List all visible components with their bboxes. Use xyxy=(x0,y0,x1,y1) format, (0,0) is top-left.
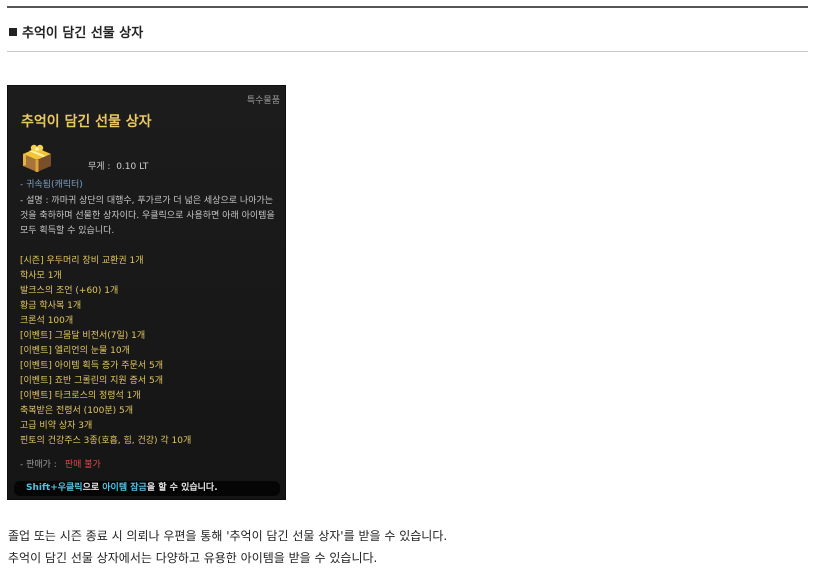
body-line-2: 추억이 담긴 선물 상자에서는 다양하고 유용한 아이템을 받을 수 있습니다. xyxy=(8,551,378,565)
item-weight: 무게 : 0.10 LT xyxy=(88,159,148,172)
list-item: 크론석 100개 xyxy=(20,316,74,326)
item-bound-status: - 귀속됨(캐릭터) xyxy=(20,180,83,190)
list-item: 황금 학사복 1개 xyxy=(20,301,82,311)
item-name: 추억이 담긴 선물 상자 xyxy=(21,114,152,130)
body-line-1: 졸업 또는 시즌 종료 시 의뢰나 우편을 통해 '추억이 담긴 선물 상자'를… xyxy=(8,529,448,543)
square-bullet-icon xyxy=(9,28,17,36)
list-item: [이벤트] 타크로스의 정령석 1개 xyxy=(20,391,141,401)
gift-box-icon xyxy=(23,144,51,172)
hint-action: 아이템 잠금 xyxy=(102,483,147,493)
list-item: 핀토의 건강주스 3종(호흡, 힘, 건강) 각 10개 xyxy=(20,436,192,446)
item-price: - 판매가 : 판매 불가 xyxy=(20,457,101,470)
description-text: 졸업 또는 시즌 종료 시 의뢰나 우편을 통해 '추억이 담긴 선물 상자'를… xyxy=(8,525,447,569)
list-item: [시즌] 우두머리 장비 교환권 1개 xyxy=(20,256,144,266)
list-item: [이벤트] 죠반 그롤린의 지원 증서 5개 xyxy=(20,376,163,386)
section-title-text: 추억이 담긴 선물 상자 xyxy=(22,26,144,41)
list-item: [이벤트] 그뭄달 비전서(7일) 1개 xyxy=(20,331,146,341)
price-value: 판매 불가 xyxy=(64,460,101,470)
item-contents-list: [시즌] 우두머리 장비 교환권 1개 학사모 1개 발크스의 조언 (+60)… xyxy=(20,254,282,449)
price-label: - 판매가 : xyxy=(20,460,57,470)
item-category: 특수물품 xyxy=(246,96,280,106)
weight-label: 무게 : xyxy=(88,162,111,172)
list-item: [이벤트] 아이템 획득 증가 주문서 5개 xyxy=(20,361,163,371)
hint-key: Shift+우클릭 xyxy=(26,483,83,493)
hint-mid: 으로 xyxy=(82,483,100,493)
list-item: 발크스의 조언 (+60) 1개 xyxy=(20,286,119,296)
item-tooltip: 특수물품 추억이 담긴 선물 상자 무게 : 0.10 LT - 귀속됨(캐릭터… xyxy=(7,85,286,500)
list-item: 축복받은 전령서 (100분) 5개 xyxy=(20,406,134,416)
lock-hint-bar: Shift+우클릭으로 아이템 잠금을 할 수 있습니다. xyxy=(14,481,280,496)
list-item: 학사모 1개 xyxy=(20,271,62,281)
top-divider xyxy=(7,6,808,8)
list-item: 고급 비약 상자 3개 xyxy=(20,421,93,431)
list-item: [이벤트] 엘리언의 눈물 10개 xyxy=(20,346,130,356)
weight-value: 0.10 LT xyxy=(116,162,149,172)
item-description: - 설명 : 까마귀 상단의 대행수, 푸가르가 더 넓은 세상으로 나아가는 … xyxy=(20,196,275,236)
section-heading: 추억이 담긴 선물 상자 xyxy=(9,22,143,41)
hint-tail: 을 할 수 있습니다. xyxy=(146,483,218,493)
section-divider xyxy=(7,51,808,52)
